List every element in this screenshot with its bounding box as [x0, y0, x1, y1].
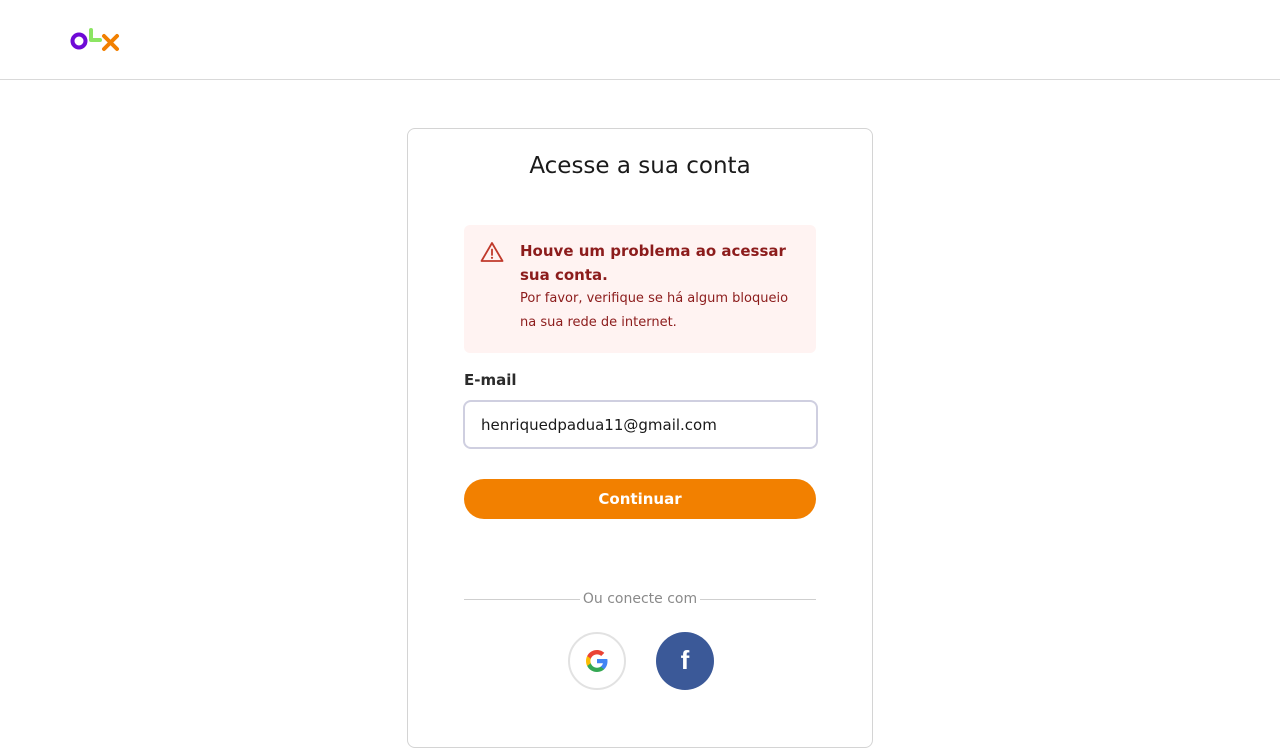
continue-button[interactable]: Continuar: [464, 479, 816, 519]
email-label: E-mail: [464, 371, 517, 389]
alert-message: Por favor, verifique se há algum bloquei…: [520, 291, 789, 330]
facebook-login-button[interactable]: f: [656, 632, 714, 690]
divider-line-right: [700, 599, 816, 600]
olx-logo[interactable]: [70, 26, 122, 56]
olx-logo-icon: [70, 28, 119, 51]
google-icon: [586, 650, 608, 672]
top-header: [0, 0, 1280, 80]
google-login-button[interactable]: [568, 632, 626, 690]
facebook-icon: f: [680, 645, 690, 675]
login-card: Acesse a sua conta Houve um problema ao …: [407, 128, 873, 748]
warning-triangle-icon: [480, 241, 504, 263]
social-divider: Ou conecte com: [464, 589, 816, 609]
email-input[interactable]: [463, 400, 818, 449]
page-title: Acesse a sua conta: [529, 153, 751, 179]
error-alert: Houve um problema ao acessar sua conta. …: [464, 225, 816, 353]
alert-title: Houve um problema ao acessar sua conta.: [520, 242, 786, 284]
